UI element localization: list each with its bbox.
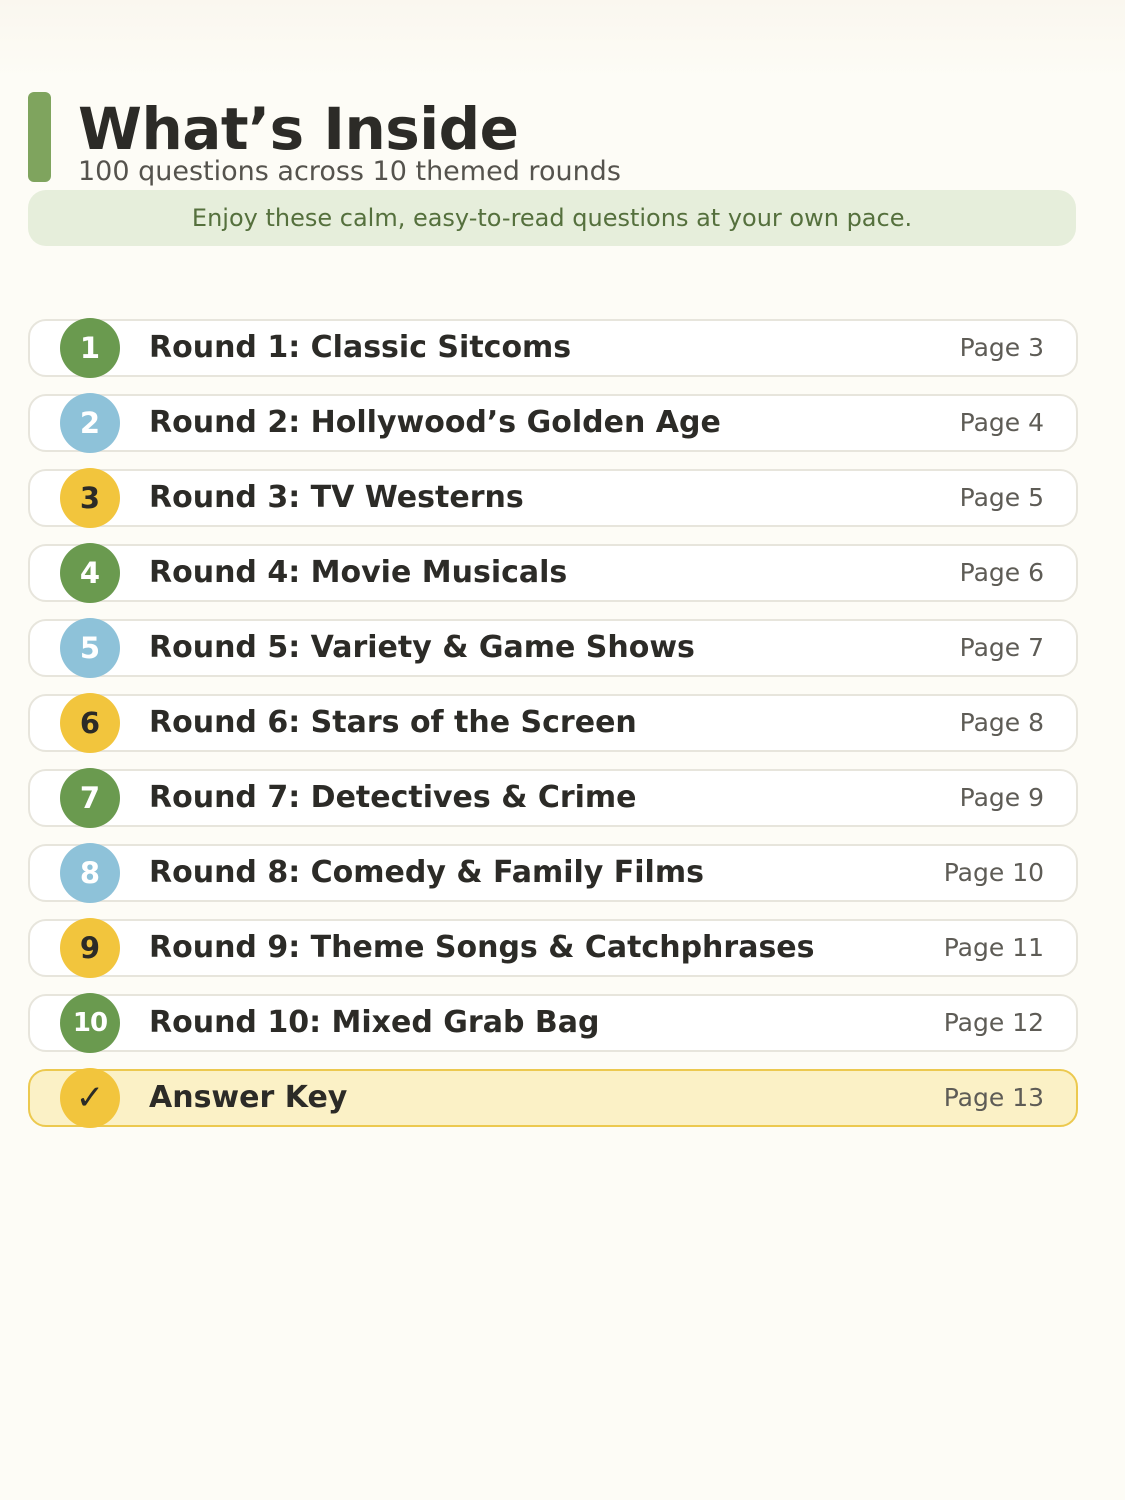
check-icon: ✓ xyxy=(75,1078,105,1118)
page-reference: Page 8 xyxy=(959,708,1044,737)
toc-item-round-2[interactable]: 2 Round 2: Hollywood’s Golden Age Page 4 xyxy=(28,393,1078,453)
round-number-badge: 1 xyxy=(60,318,120,378)
toc-item-round-8[interactable]: 8 Round 8: Comedy & Family Films Page 10 xyxy=(28,843,1078,903)
toc-item-round-5[interactable]: 5 Round 5: Variety & Game Shows Page 7 xyxy=(28,618,1078,678)
round-title: Round 3: TV Westerns xyxy=(149,480,524,515)
round-title: Round 4: Movie Musicals xyxy=(149,555,568,590)
page-subtitle: 100 questions across 10 themed rounds xyxy=(78,156,621,187)
toc-item-round-3[interactable]: 3 Round 3: TV Westerns Page 5 xyxy=(28,468,1078,528)
round-title: Round 5: Variety & Game Shows xyxy=(149,630,695,665)
round-title: Round 9: Theme Songs & Catchphrases xyxy=(149,930,815,965)
info-banner: Enjoy these calm, easy-to-read questions… xyxy=(28,190,1076,246)
toc-item-answer-key[interactable]: ✓ Answer Key Page 13 xyxy=(28,1068,1078,1128)
round-number-badge: 8 xyxy=(60,843,120,903)
round-title: Round 7: Detectives & Crime xyxy=(149,780,637,815)
page-reference: Page 3 xyxy=(959,333,1044,362)
round-title: Round 6: Stars of the Screen xyxy=(149,705,637,740)
page-reference: Page 13 xyxy=(943,1083,1044,1112)
answer-key-badge: ✓ xyxy=(60,1068,120,1128)
page-reference: Page 9 xyxy=(959,783,1044,812)
page-background-fade xyxy=(0,0,1125,80)
round-number-badge: 4 xyxy=(60,543,120,603)
toc-item-round-1[interactable]: 1 Round 1: Classic Sitcoms Page 3 xyxy=(28,318,1078,378)
toc-item-round-9[interactable]: 9 Round 9: Theme Songs & Catchphrases Pa… xyxy=(28,918,1078,978)
page-reference: Page 5 xyxy=(959,483,1044,512)
toc-item-round-4[interactable]: 4 Round 4: Movie Musicals Page 6 xyxy=(28,543,1078,603)
page-reference: Page 7 xyxy=(959,633,1044,662)
round-number-badge: 7 xyxy=(60,768,120,828)
round-number-badge: 3 xyxy=(60,468,120,528)
header-accent-bar xyxy=(28,92,51,182)
round-title: Round 2: Hollywood’s Golden Age xyxy=(149,405,721,440)
round-number-badge: 6 xyxy=(60,693,120,753)
round-number-badge: 10 xyxy=(60,993,120,1053)
toc-item-round-10[interactable]: 10 Round 10: Mixed Grab Bag Page 12 xyxy=(28,993,1078,1053)
toc-item-round-7[interactable]: 7 Round 7: Detectives & Crime Page 9 xyxy=(28,768,1078,828)
page-reference: Page 12 xyxy=(943,1008,1044,1037)
round-number-badge: 2 xyxy=(60,393,120,453)
page-reference: Page 10 xyxy=(943,858,1044,887)
round-number-badge: 5 xyxy=(60,618,120,678)
page-reference: Page 4 xyxy=(959,408,1044,437)
round-title: Round 10: Mixed Grab Bag xyxy=(149,1005,600,1040)
round-number-badge: 9 xyxy=(60,918,120,978)
round-title: Round 1: Classic Sitcoms xyxy=(149,330,572,365)
table-of-contents: 1 Round 1: Classic Sitcoms Page 3 2 Roun… xyxy=(28,318,1078,1144)
toc-item-round-6[interactable]: 6 Round 6: Stars of the Screen Page 8 xyxy=(28,693,1078,753)
page-reference: Page 11 xyxy=(943,933,1044,962)
answer-key-title: Answer Key xyxy=(149,1080,348,1115)
page-header: What’s Inside 100 questions across 10 th… xyxy=(28,92,1078,188)
page-reference: Page 6 xyxy=(959,558,1044,587)
round-title: Round 8: Comedy & Family Films xyxy=(149,855,704,890)
